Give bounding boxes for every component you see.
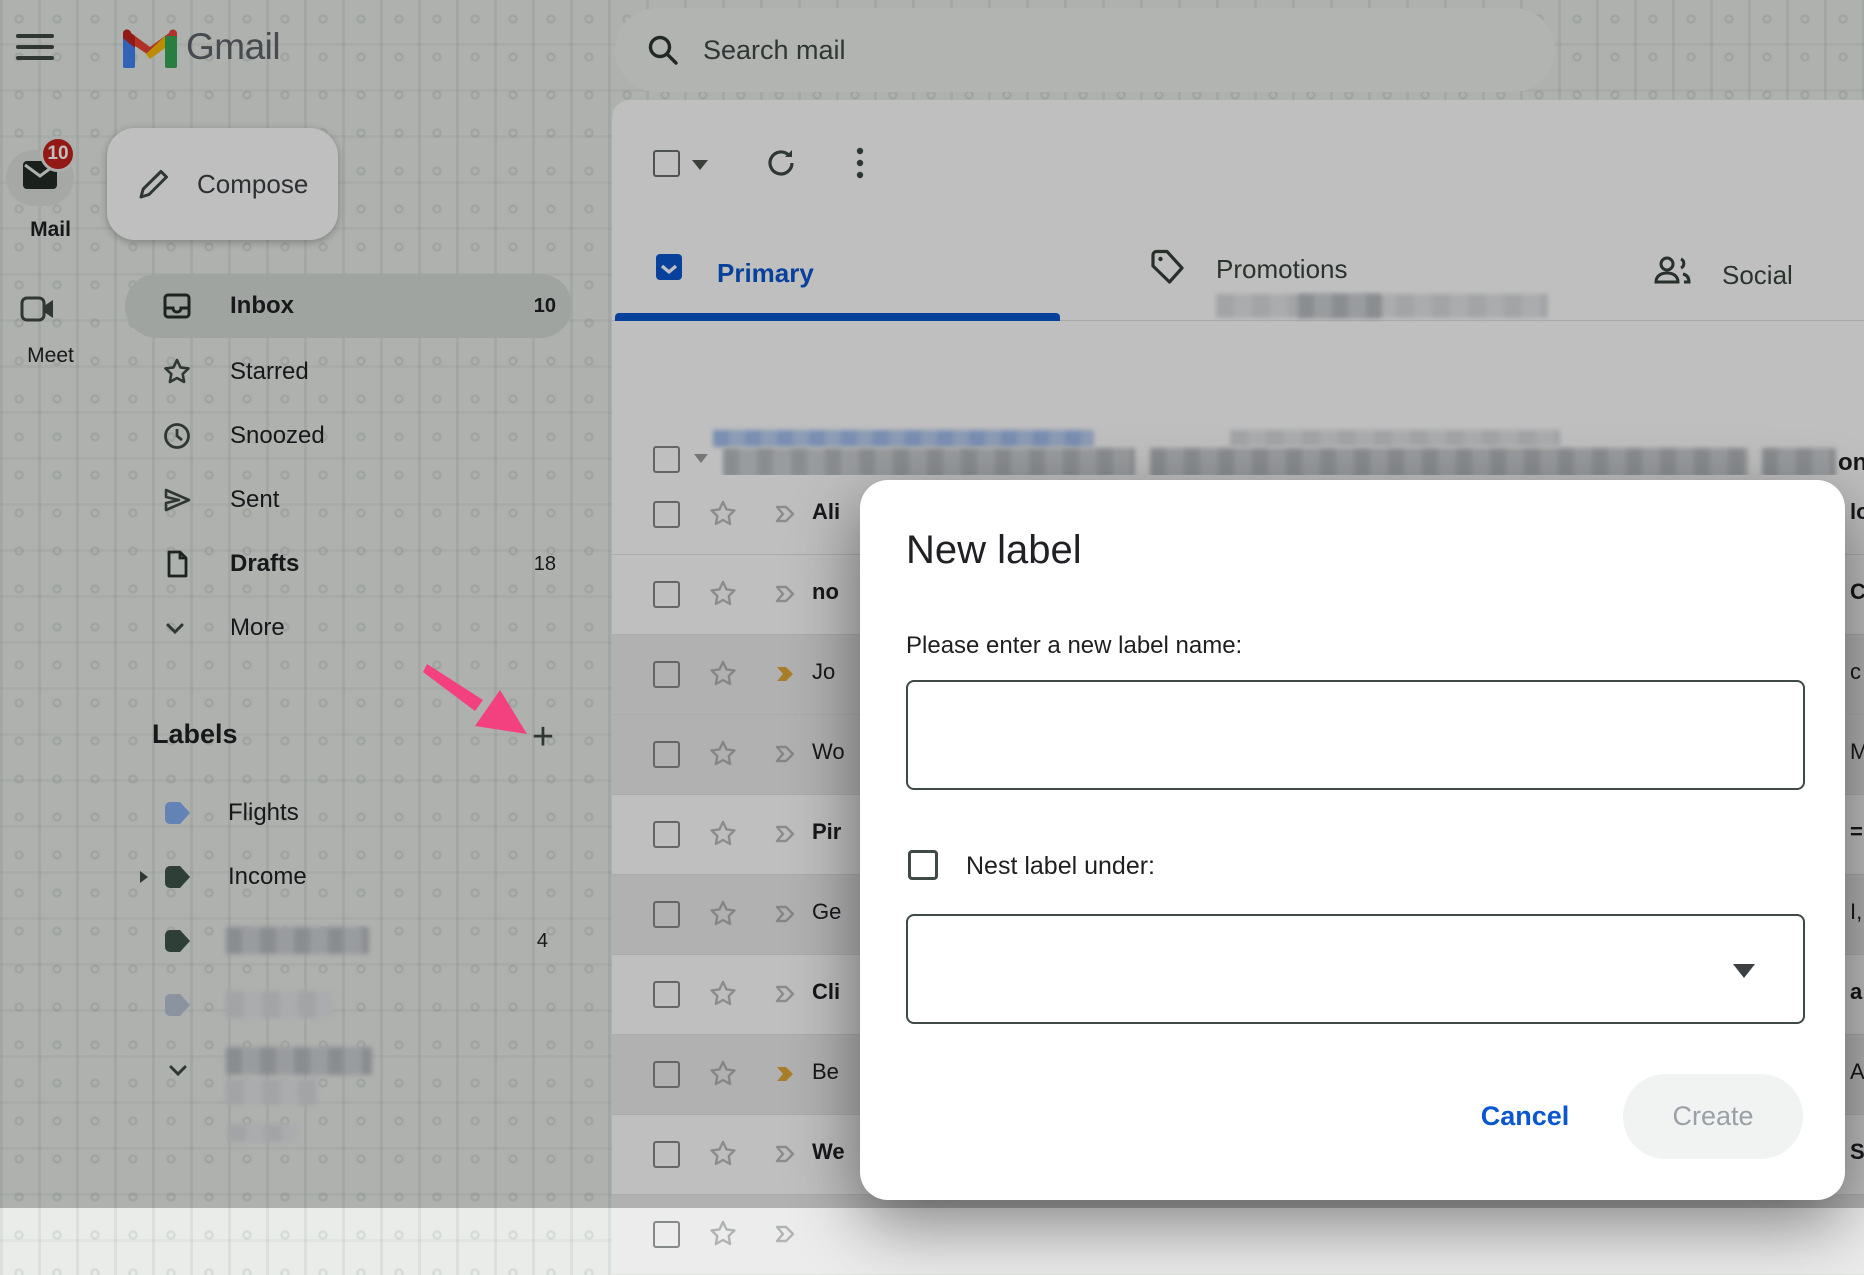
row-checkbox[interactable]	[653, 1221, 680, 1248]
label-name-prompt: Please enter a new label name:	[906, 632, 1242, 660]
importance-marker-icon[interactable]	[772, 1219, 802, 1249]
nest-label-checkbox[interactable]	[908, 850, 938, 880]
cancel-button[interactable]: Cancel	[1460, 1088, 1590, 1144]
star-icon[interactable]	[708, 1219, 738, 1249]
dialog-title: New label	[906, 528, 1082, 573]
create-button[interactable]: Create	[1623, 1074, 1803, 1159]
gmail-new-label-screen: { "leftrail": { "mail_label": "Mail", "m…	[0, 0, 1864, 1208]
annotation-arrow	[415, 650, 545, 750]
nest-label-text: Nest label under:	[966, 852, 1155, 881]
parent-label-dropdown[interactable]	[906, 914, 1805, 1024]
label-name-input[interactable]	[906, 680, 1805, 790]
dropdown-arrow-icon	[1733, 964, 1755, 989]
new-label-dialog: New label Please enter a new label name:…	[860, 480, 1845, 1200]
